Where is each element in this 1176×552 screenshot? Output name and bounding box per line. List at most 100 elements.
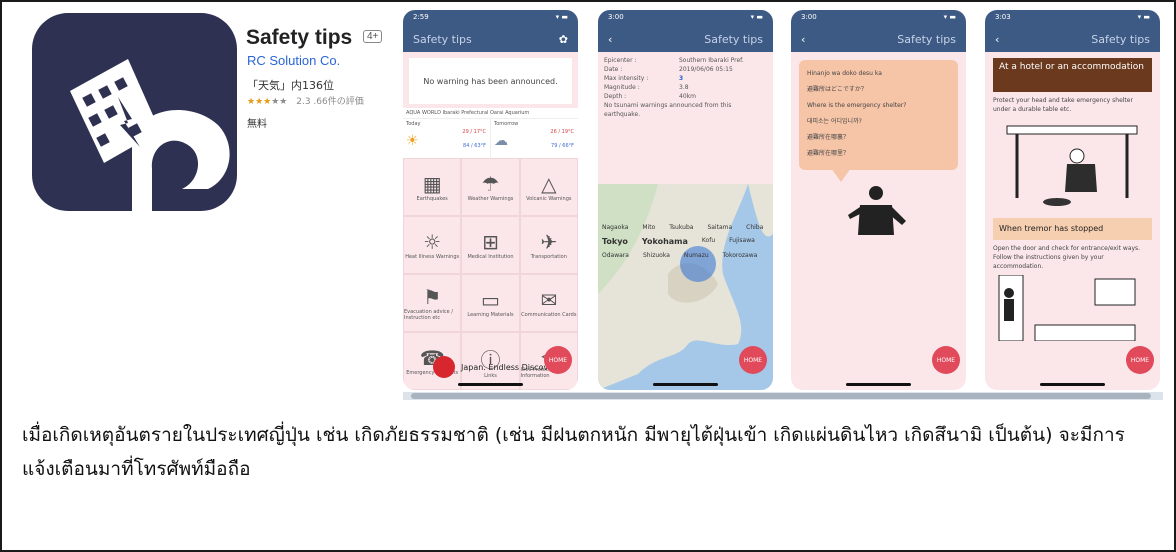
menu-label: Evacuation advice / Instruction etc: [404, 309, 454, 321]
weather-panel: Today ☀ 29 / 17°C 84 / 63°F Tomorrow ☁ 2…: [403, 118, 578, 158]
hide-under-table-illustration: [1006, 125, 1138, 206]
map-label: Tokyo: [602, 237, 628, 246]
tomorrow-weather: Tomorrow ☁ 26 / 19°C 79 / 66°F: [491, 119, 578, 158]
wifi-battery-icon: ▾ ▬: [750, 13, 763, 21]
app-icon[interactable]: [32, 13, 237, 211]
home-button[interactable]: HOME: [932, 346, 960, 374]
menu-medical[interactable]: ⊞ Medical Institution: [461, 216, 520, 274]
nav-title: Safety tips: [413, 32, 472, 46]
home-button[interactable]: HOME: [739, 346, 767, 374]
nav-title: Safety tips: [1091, 32, 1150, 46]
map-label: Saitama: [707, 224, 733, 231]
nav-title: Safety tips: [704, 32, 763, 46]
home-button[interactable]: HOME: [544, 346, 572, 374]
depth-value: 40km: [679, 93, 696, 100]
scrollbar-thumb[interactable]: [411, 393, 1151, 399]
menu-label: Transportation: [530, 254, 567, 260]
map-label: Kofu: [701, 237, 716, 244]
nav-bar: ‹ Safety tips: [598, 26, 773, 52]
location-label: AQUA WORLD Ibaraki Prefectural Oarai Aqu…: [403, 108, 578, 118]
depth-label: Depth :: [604, 93, 627, 100]
back-chevron-icon[interactable]: ‹: [995, 33, 999, 46]
thai-caption: เมื่อเกิดเหตุอันตรายในประเทศญี่ปุ่น เช่น…: [22, 424, 1125, 480]
status-bar: 3:00 ▾ ▬: [598, 10, 773, 26]
intensity-label: Max intensity :: [604, 75, 649, 82]
back-chevron-icon[interactable]: ‹: [608, 33, 612, 46]
menu-weather-warnings[interactable]: ☂ Weather Warnings: [461, 158, 520, 216]
phrase-chinese-simplified: 避難所在哪里？: [807, 150, 850, 157]
menu-earthquakes[interactable]: ▦ Earthquakes: [403, 158, 462, 216]
section-body-hotel: Protect your head and take emergency she…: [993, 97, 1133, 113]
section-heading-after: When tremor has stopped: [993, 218, 1152, 240]
status-bar: 3:00 ▾ ▬: [791, 10, 966, 26]
menu-label: Earthquakes: [416, 196, 448, 202]
date-value: 2019/06/06 05:15: [679, 66, 733, 73]
app-title[interactable]: Safety tips: [246, 26, 352, 50]
price-label[interactable]: 無料: [247, 115, 267, 130]
section-heading-hotel: At a hotel or an accommodation: [993, 58, 1152, 92]
quake-details: Epicenter : Southern Ibaraki Pref. Date :…: [598, 52, 773, 182]
status-time: 2:59: [413, 13, 429, 21]
wifi-battery-icon: ▾ ▬: [1137, 13, 1150, 21]
menu-label: Medical Institution: [467, 254, 514, 260]
menu-heat-illness[interactable]: ☼ Heat Illness Warnings: [403, 216, 462, 274]
map-label: Nagaoka: [602, 224, 629, 231]
gear-icon[interactable]: ✿: [559, 33, 568, 46]
map-label: Odawara: [602, 252, 629, 259]
screenshot-home[interactable]: 2:59 ▾ ▬ Safety tips ✿ No warning has bee…: [403, 10, 578, 390]
speech-cards-icon: ✉: [540, 288, 558, 312]
menu-label: Learning Materials: [467, 312, 514, 318]
wifi-battery-icon: ▾ ▬: [943, 13, 956, 21]
home-indicator: [1040, 383, 1105, 386]
age-rating-badge: 4+: [363, 30, 383, 43]
transport-icon: ✈: [540, 230, 558, 254]
screenshot-phrases[interactable]: 3:00 ▾ ▬ ‹ Safety tips Hinanjo wa doko de…: [791, 10, 966, 390]
phrase-english: Where is the emergency shelter?: [807, 102, 907, 109]
epicenter-value: Southern Ibaraki Pref.: [679, 57, 744, 64]
phrase-bubble: Hinanjo wa doko desu ka 避難所はどこですか？ Where…: [799, 60, 958, 170]
status-bar: 3:03 ▾ ▬: [985, 10, 1160, 26]
map-label: Tsukuba: [669, 224, 694, 231]
home-indicator: [653, 383, 718, 386]
book-icon: ▭: [481, 288, 500, 312]
menu-communication[interactable]: ✉ Communication Cards: [519, 274, 578, 332]
app-store-listing: Safety tips 4+ RC Solution Co. 「天気」内136位…: [18, 10, 1166, 402]
status-time: 3:03: [995, 13, 1011, 21]
map-label: Chiba: [746, 224, 764, 231]
home-button[interactable]: HOME: [1126, 346, 1154, 374]
menu-label: Volcanic Warnings: [526, 196, 572, 202]
screenshot-hotel-guide[interactable]: 3:03 ▾ ▬ ‹ Safety tips At a hotel or an a…: [985, 10, 1160, 390]
japan-logo-icon: [433, 356, 455, 378]
horizontal-scrollbar[interactable]: [403, 392, 1163, 400]
warning-box: No warning has been announced.: [409, 58, 572, 104]
menu-label: Weather Warnings: [467, 196, 514, 202]
map-label: Shizuoka: [642, 252, 670, 259]
menu-learning[interactable]: ▭ Learning Materials: [461, 274, 520, 332]
back-chevron-icon[interactable]: ‹: [801, 33, 805, 46]
door-check-illustration: [998, 274, 1136, 342]
menu-transportation[interactable]: ✈ Transportation: [519, 216, 578, 274]
magnitude-value: 3.8: [679, 84, 689, 91]
building-icon: ▦: [422, 172, 442, 196]
magnitude-label: Magnitude :: [604, 84, 640, 91]
menu-volcanic-warnings[interactable]: △ Volcanic Warnings: [519, 158, 578, 216]
screenshot-earthquake[interactable]: 3:00 ▾ ▬ ‹ Safety tips Epicenter : Souther…: [598, 10, 773, 390]
nav-bar: ‹ Safety tips: [791, 26, 966, 52]
rain-icon: ☂: [481, 172, 500, 196]
developer-link[interactable]: RC Solution Co.: [247, 53, 340, 68]
status-time: 3:00: [608, 13, 624, 21]
tsunami-note: No tsunami warnings announced from this …: [604, 102, 732, 118]
phrase-korean: 대피소는 어디입니까?: [807, 118, 862, 125]
rating-row: ★★★★★ 2.3 .66件の評価: [247, 94, 364, 107]
map-label: Tokorozawa: [722, 252, 758, 259]
today-label: Today: [406, 121, 421, 127]
status-time: 3:00: [801, 13, 817, 21]
tomorrow-label: Tomorrow: [494, 121, 519, 127]
menu-label: Heat Illness Warnings: [405, 254, 460, 260]
map-labels: Nagaoka Mito Tsukuba Saitama Chiba Tokyo…: [602, 224, 772, 259]
category-rank: 「天気」内136位: [247, 79, 334, 92]
menu-evacuation[interactable]: ⚑ Evacuation advice / Instruction etc: [403, 274, 462, 332]
status-bar: 2:59 ▾ ▬: [403, 10, 578, 26]
running-person-icon: ⚑: [423, 285, 442, 309]
phrase-japanese: 避難所はどこですか？: [807, 86, 867, 93]
